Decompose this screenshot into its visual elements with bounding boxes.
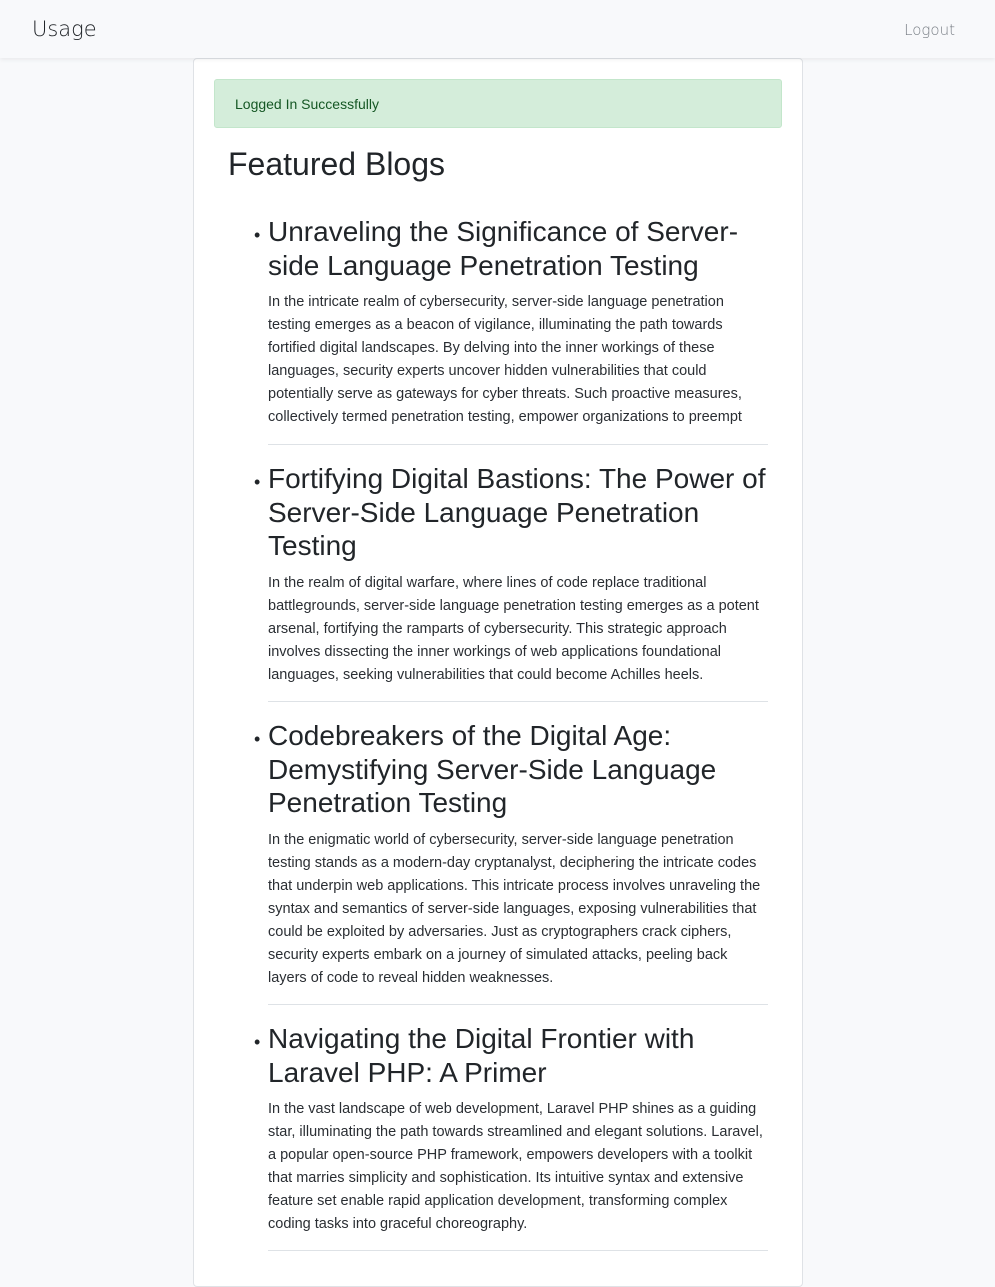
blog-title[interactable]: Navigating the Digital Frontier with Lar… [268,1022,768,1089]
blog-title[interactable]: Codebreakers of the Digital Age: Demysti… [268,719,768,820]
blog-excerpt: In the intricate realm of cybersecurity,… [268,294,742,426]
blog-item: • Unraveling the Significance of Server-… [254,215,768,445]
bullet-icon: • [254,729,261,749]
bullet-icon: • [254,1032,261,1052]
bullet-icon: • [254,472,261,492]
success-alert: Logged In Successfully [214,79,782,128]
blog-item: • Codebreakers of the Digital Age: Demys… [254,719,768,1005]
main-card: Logged In Successfully Featured Blogs • … [193,58,803,1287]
bullet-icon: • [254,225,261,245]
blog-title[interactable]: Fortifying Digital Bastions: The Power o… [268,462,768,563]
brand-link[interactable]: Usage [32,16,97,42]
top-navbar: Usage Logout [0,0,995,58]
blog-excerpt: In the realm of digital warfare, where l… [268,574,759,683]
blog-item: • Fortifying Digital Bastions: The Power… [254,462,768,702]
logout-link[interactable]: Logout [904,20,955,40]
blog-title[interactable]: Unraveling the Significance of Server-si… [268,215,768,282]
blog-excerpt: In the vast landscape of web development… [268,1101,763,1233]
page-title: Featured Blogs [228,146,446,182]
blog-item: • Navigating the Digital Frontier with L… [254,1022,768,1251]
blog-excerpt: In the enigmatic world of cybersecurity,… [268,831,761,986]
